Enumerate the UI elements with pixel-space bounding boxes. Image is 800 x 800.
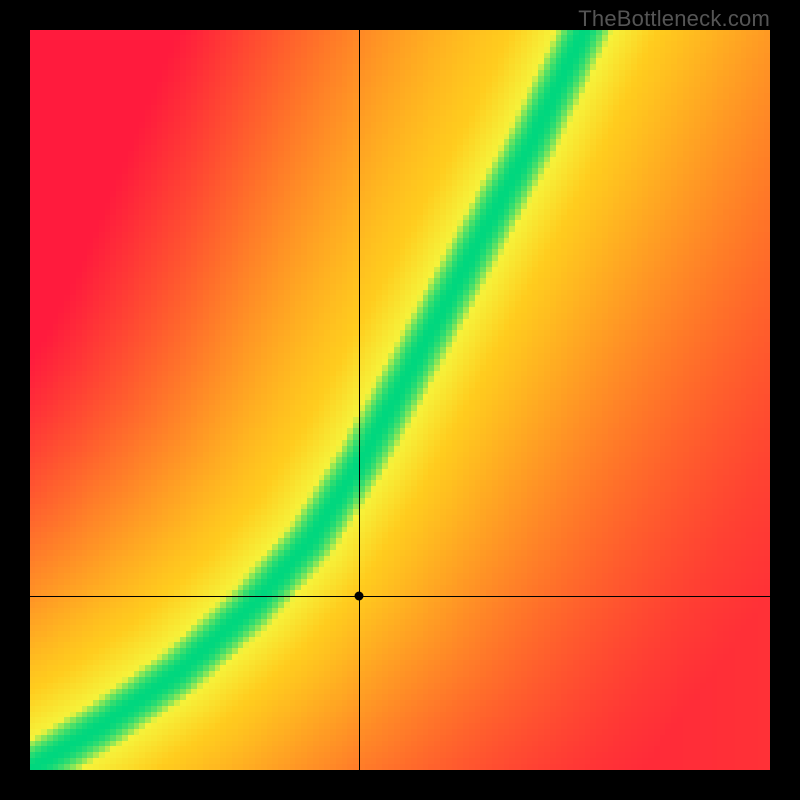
crosshair-horizontal — [30, 596, 770, 597]
plot-area — [30, 30, 770, 770]
watermark-text: TheBottleneck.com — [578, 6, 770, 32]
chart-container: TheBottleneck.com — [0, 0, 800, 800]
heatmap-canvas — [30, 30, 770, 770]
marker-point — [355, 592, 364, 601]
crosshair-vertical — [359, 30, 360, 770]
